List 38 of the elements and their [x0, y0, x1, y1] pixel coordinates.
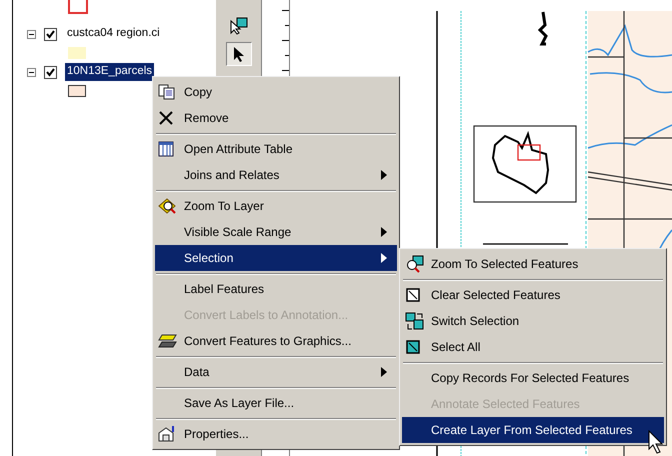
menu-item[interactable]: Remove — [155, 105, 397, 131]
menu-item[interactable]: Data — [155, 359, 397, 385]
menu-item[interactable]: Label Features — [155, 276, 397, 302]
menu-item[interactable]: Selection — [155, 245, 397, 271]
select-features-icon — [228, 17, 248, 35]
layer-checkbox[interactable] — [44, 66, 57, 78]
menu-item[interactable]: Create Layer From Selected Features — [402, 417, 664, 443]
select-elements-tool[interactable] — [226, 42, 252, 66]
menu-item[interactable]: Save As Layer File... — [155, 390, 397, 416]
collapse-icon[interactable] — [27, 68, 36, 76]
mouse-cursor-icon — [648, 430, 664, 454]
select-all-icon — [405, 339, 421, 355]
magnifier-icon — [158, 197, 178, 215]
collapse-icon[interactable] — [27, 30, 36, 38]
menu-item[interactable]: Switch Selection — [402, 308, 664, 334]
menu-item[interactable]: Properties... — [155, 421, 397, 447]
magnifier-icon — [405, 255, 425, 273]
menu-item[interactable]: Open Attribute Table — [155, 136, 397, 162]
menu-item[interactable]: Zoom To Layer — [155, 193, 397, 219]
copy-icon — [158, 84, 176, 100]
menu-item[interactable]: Clear Selected Features — [402, 282, 664, 308]
menu-item[interactable]: Select All — [402, 334, 664, 360]
menu-item[interactable]: Copy Records For Selected Features — [402, 365, 664, 391]
table-icon — [158, 141, 174, 157]
menu-item[interactable]: Convert Features to Graphics... — [155, 328, 397, 354]
menu-item[interactable]: Visible Scale Range — [155, 219, 397, 245]
menu-item[interactable]: Copy — [155, 79, 397, 105]
menu-item[interactable]: Joins and Relates — [155, 162, 397, 188]
pointer-icon — [232, 46, 244, 62]
switch-selection-icon — [405, 312, 425, 330]
layer-checkbox[interactable] — [44, 28, 57, 40]
layer-name[interactable]: 10N13E_parcels — [65, 63, 154, 81]
clear-selection-icon — [405, 287, 421, 303]
menu-item[interactable]: Zoom To Selected Features — [402, 251, 664, 277]
layers-icon — [158, 333, 178, 349]
layer-name[interactable]: custca04 region.ci — [65, 25, 162, 43]
properties-icon — [158, 426, 176, 442]
x-icon — [158, 110, 174, 126]
